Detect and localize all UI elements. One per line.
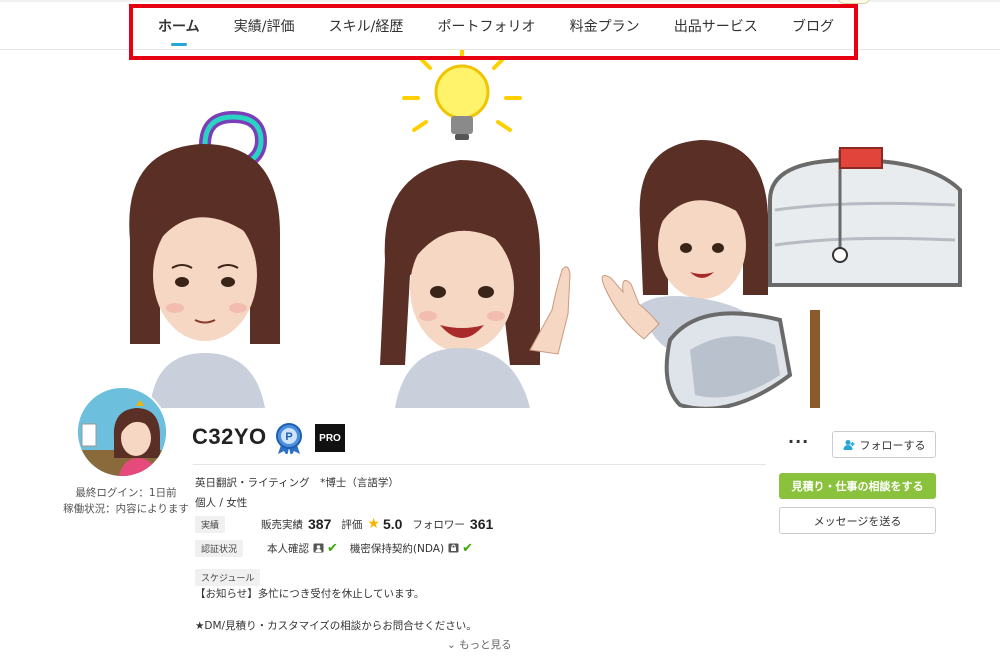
stats-tag: 実績 bbox=[195, 515, 226, 533]
identity-verified-label: 本人確認 bbox=[267, 542, 310, 555]
tab-home[interactable]: ホーム bbox=[158, 16, 200, 36]
star-icon: ★ bbox=[367, 516, 380, 532]
tab-services[interactable]: 出品サービス bbox=[674, 16, 758, 36]
login-status: 最終ログイン：1日前 稼働状況：内容によります bbox=[56, 485, 196, 517]
tab-skills[interactable]: スキル/経歴 bbox=[329, 16, 404, 36]
sales-label: 販売実績 bbox=[261, 518, 304, 531]
svg-text:P: P bbox=[285, 431, 292, 443]
cover-illustration bbox=[129, 50, 962, 408]
schedule-tag: スケジュール bbox=[195, 569, 261, 586]
cartoon-woman-idea bbox=[380, 160, 571, 408]
show-more-link[interactable]: ⌄ もっと見る bbox=[447, 637, 512, 652]
send-message-button[interactable]: メッセージを送る bbox=[779, 507, 936, 534]
more-options-button[interactable]: ··· bbox=[788, 432, 809, 451]
profile-name: C32YO bbox=[192, 424, 267, 449]
lock-document-icon bbox=[448, 543, 459, 553]
profile-attributes: 個人 / 女性 bbox=[195, 497, 248, 509]
check-icon: ✔ bbox=[327, 540, 338, 556]
show-more-label: もっと見る bbox=[459, 639, 512, 651]
ribbon-medal-icon: P bbox=[276, 423, 302, 454]
profile-tabs: ホーム 実績/評価 スキル/経歴 ポートフォリオ 料金プラン 出品サービス ブロ… bbox=[140, 8, 850, 44]
notice-text-2: ★DM/見積り・カスタマイズの相談からお問合せください。 bbox=[195, 620, 477, 632]
lightbulb-icon bbox=[402, 50, 522, 140]
top-navigation-bar: ホーム 実績/評価 スキル/経歴 ポートフォリオ 料金プラン 出品サービス ブロ… bbox=[0, 0, 1000, 50]
last-login: 最終ログイン：1日前 bbox=[75, 487, 177, 499]
check-icon: ✔ bbox=[462, 540, 473, 556]
tab-portfolio[interactable]: ポートフォリオ bbox=[438, 16, 536, 36]
follow-label: フォローする bbox=[859, 438, 926, 452]
rating-label: 評価 bbox=[341, 518, 363, 531]
avatar-illustration bbox=[78, 388, 166, 476]
followers-label: フォロワー bbox=[412, 518, 465, 531]
pro-badge: PRO bbox=[315, 424, 345, 452]
availability-status: 稼働状況：内容によります bbox=[63, 503, 189, 515]
tab-pricing[interactable]: 料金プラン bbox=[570, 16, 640, 36]
profile-divider bbox=[193, 464, 766, 465]
follow-button[interactable]: フォローする bbox=[832, 431, 936, 458]
chevron-down-icon: ⌄ bbox=[447, 639, 456, 651]
person-add-icon bbox=[843, 439, 854, 450]
quote-request-button[interactable]: 見積り・仕事の相談をする bbox=[779, 473, 936, 499]
followers-value[interactable]: 361 bbox=[470, 516, 493, 532]
id-card-icon bbox=[313, 543, 324, 553]
nda-label: 機密保持契約(NDA) bbox=[349, 542, 445, 555]
notice-text: 【お知らせ】多忙につき受付を休止しています。 bbox=[195, 588, 425, 600]
profile-catchphrase: 英日翻訳・ライティング *博士（言語学） bbox=[195, 477, 399, 489]
schedule-section: スケジュール bbox=[195, 566, 261, 586]
header-tab-edge bbox=[838, 0, 870, 4]
verification-row: 認証状況 本人確認 ✔ 機密保持契約(NDA) ✔ bbox=[195, 539, 485, 557]
cartoon-woman-thinking bbox=[129, 143, 280, 408]
verification-tag: 認証状況 bbox=[195, 539, 244, 557]
cover-image bbox=[0, 50, 1000, 408]
tab-blog[interactable]: ブログ bbox=[792, 16, 834, 36]
sales-value: 387 bbox=[308, 516, 332, 532]
rating-value: 5.0 bbox=[382, 516, 403, 532]
avatar[interactable] bbox=[76, 386, 168, 478]
stats-row: 実績 販売実績 387 評価 ★ 5.0 フォロワー 361 bbox=[195, 514, 503, 534]
tab-achievements[interactable]: 実績/評価 bbox=[234, 16, 295, 36]
